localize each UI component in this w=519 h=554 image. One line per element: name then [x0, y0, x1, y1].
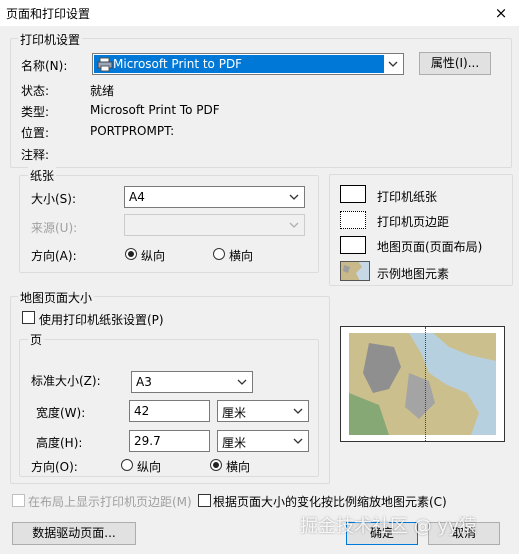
comment-label: 注释:	[21, 148, 50, 162]
height-unit-select[interactable]: 厘米	[217, 430, 309, 452]
preview-printer-paper-outline	[341, 327, 426, 441]
map-landscape-radio[interactable]	[210, 459, 222, 471]
status-value: 就绪	[90, 84, 115, 98]
paper-portrait-radio[interactable]	[125, 248, 137, 260]
page-preview	[340, 326, 505, 442]
height-input[interactable]: 29.7	[129, 430, 210, 452]
type-value: Microsoft Print To PDF	[90, 103, 220, 117]
show-printer-margins-label[interactable]: 在布局上显示打印机页边距(M)	[28, 493, 192, 510]
page-print-setup-dialog: 页面和打印设置 × 打印机设置 名称(N): Microsoft Print t…	[0, 0, 519, 554]
show-printer-margins-checkbox[interactable]	[12, 494, 25, 507]
width-unit-value: 厘米	[222, 406, 247, 420]
printer-paper-swatch	[340, 185, 366, 203]
chevron-down-icon	[237, 379, 247, 385]
page-subgroup-label: 页	[28, 331, 45, 348]
paper-orientation-label: 方向(A):	[31, 249, 77, 263]
printer-name-label: 名称(N):	[21, 59, 68, 73]
paper-source-select[interactable]	[124, 214, 305, 236]
standard-size-value: A3	[136, 375, 152, 389]
paper-size-label: 大小(S):	[31, 192, 77, 206]
height-unit-value: 厘米	[222, 436, 247, 450]
type-label: 类型:	[21, 105, 50, 119]
map-page-swatch	[340, 236, 366, 254]
scale-elements-checkbox[interactable]	[198, 494, 211, 507]
paper-landscape-radio[interactable]	[213, 248, 225, 260]
printer-settings-label: 打印机设置	[18, 31, 83, 48]
height-value: 29.7	[134, 434, 161, 448]
use-printer-paper-label[interactable]: 使用打印机纸张设置(P)	[39, 311, 164, 328]
scale-elements-label[interactable]: 根据页面大小的变化按比例缩放地图元素(C)	[213, 493, 447, 510]
window-title: 页面和打印设置	[6, 7, 91, 21]
location-value: PORTPROMPT:	[90, 124, 175, 138]
map-portrait-radio[interactable]	[121, 459, 133, 471]
printer-name-value: Microsoft Print to PDF	[113, 57, 243, 71]
use-printer-paper-checkbox[interactable]	[22, 311, 35, 324]
width-input[interactable]: 42	[129, 400, 210, 422]
width-label: 宽度(W):	[36, 406, 86, 420]
paper-landscape-label[interactable]: 横向	[229, 247, 253, 264]
standard-size-label: 标准大小(Z):	[31, 374, 101, 388]
chevron-down-icon	[289, 194, 299, 200]
width-value: 42	[134, 404, 150, 418]
paper-portrait-label[interactable]: 纵向	[141, 247, 165, 264]
paper-group-label: 纸张	[28, 167, 57, 184]
legend-map-page: 地图页面(页面布局)	[377, 240, 483, 254]
printer-margin-swatch	[340, 211, 366, 229]
sample-map-icon	[340, 261, 370, 281]
map-orientation-label: 方向(O):	[31, 460, 78, 474]
data-driven-pages-button[interactable]: 数据驱动页面...	[12, 522, 136, 545]
standard-size-select[interactable]: A3	[131, 371, 253, 393]
title-bar: 页面和打印设置 ×	[0, 0, 519, 26]
watermark: 掘金技术社区 @ yy猿	[300, 516, 477, 537]
printer-icon	[97, 57, 113, 72]
status-label: 状态:	[21, 84, 50, 98]
printer-properties-button[interactable]: 属性(I)...	[419, 52, 491, 75]
chevron-down-icon	[388, 61, 398, 67]
legend-sample-element: 示例地图元素	[377, 267, 450, 281]
legend-printer-paper: 打印机纸张	[377, 190, 438, 204]
paper-size-value: A4	[129, 190, 145, 204]
chevron-down-icon	[293, 438, 303, 444]
map-page-size-label: 地图页面大小	[18, 289, 95, 306]
map-landscape-label[interactable]: 横向	[226, 458, 250, 475]
legend-printer-margin: 打印机页边距	[377, 215, 450, 229]
location-label: 位置:	[21, 126, 50, 140]
paper-source-label: 来源(U):	[31, 221, 78, 235]
chevron-down-icon	[293, 408, 303, 414]
paper-size-select[interactable]: A4	[124, 186, 305, 208]
height-label: 高度(H):	[36, 436, 83, 450]
close-icon[interactable]: ×	[489, 2, 513, 24]
width-unit-select[interactable]: 厘米	[217, 400, 309, 422]
map-portrait-label[interactable]: 纵向	[137, 458, 161, 475]
printer-name-select[interactable]: Microsoft Print to PDF	[92, 53, 404, 75]
chevron-down-icon	[289, 222, 299, 228]
